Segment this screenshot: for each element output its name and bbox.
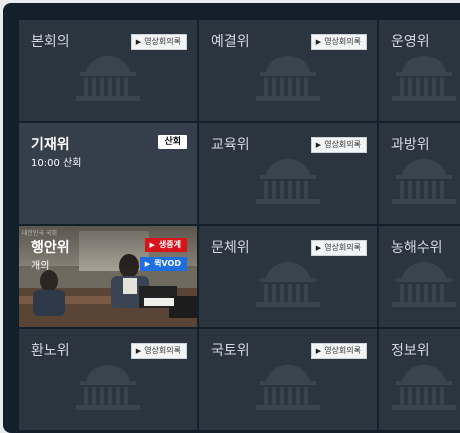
committee-tile-plenary[interactable]: 본회의 ▶ 영상회의록 xyxy=(19,20,197,121)
committee-name: 행안위 xyxy=(31,240,70,256)
committee-tile-strategy-finance[interactable]: 기재위 10:00 산회 산회 xyxy=(19,123,197,224)
committee-name: 환노위 xyxy=(31,343,70,359)
committee-tile-science[interactable]: 과방위 xyxy=(379,123,460,224)
committee-tile-budget[interactable]: 예결위 ▶ 영상회의록 xyxy=(199,20,377,121)
committee-name: 국토위 xyxy=(211,343,250,359)
video-minutes-button[interactable]: ▶ 영상회의록 xyxy=(310,343,367,359)
committee-name: 정보위 xyxy=(391,343,430,359)
committee-name: 예결위 xyxy=(211,34,250,50)
video-minutes-button[interactable]: ▶ 영상회의록 xyxy=(130,343,187,359)
committee-name: 기재위 xyxy=(31,137,70,153)
committee-name: 운영위 xyxy=(391,34,430,50)
session-status: 개의 xyxy=(31,261,50,272)
assembly-building-icon xyxy=(392,365,456,410)
committee-tile-environment-labor[interactable]: 환노위 ▶ 영상회의록 xyxy=(19,329,197,430)
committee-name: 교육위 xyxy=(211,137,250,153)
committee-tile-land-transport[interactable]: 국토위 ▶ 영상회의록 xyxy=(199,329,377,430)
assembly-building-icon xyxy=(76,365,140,410)
committee-tile-agriculture[interactable]: 농해수위 xyxy=(379,226,460,327)
committee-tile-intelligence[interactable]: 정보위 xyxy=(379,329,460,430)
live-stream-button[interactable]: ▶ 생중계 xyxy=(144,238,187,252)
committee-tile-steering[interactable]: 운영위 xyxy=(379,20,460,121)
assembly-building-icon xyxy=(392,159,456,204)
play-icon: ▶ xyxy=(315,141,322,149)
session-time: 10:00 산회 xyxy=(31,158,82,169)
assembly-building-icon xyxy=(76,56,140,101)
committee-name: 본회의 xyxy=(31,34,70,50)
committee-tile-education[interactable]: 교육위 ▶ 영상회의록 xyxy=(199,123,377,224)
play-icon: ▶ xyxy=(315,347,322,355)
video-minutes-button[interactable]: ▶ 영상회의록 xyxy=(310,34,367,50)
committee-grid: 본회의 ▶ 영상회의록 예결위 ▶ 영상회의록 운영위 기재위 10:00 산회 산… xyxy=(19,20,460,430)
committee-panel: 본회의 ▶ 영상회의록 예결위 ▶ 영상회의록 운영위 기재위 10:00 산회 산… xyxy=(3,3,460,433)
broadcast-caption: 대한민국 국회 xyxy=(22,230,58,237)
assembly-building-icon xyxy=(256,159,320,204)
video-minutes-button[interactable]: ▶ 영상회의록 xyxy=(310,240,367,256)
committee-tile-culture[interactable]: 문체위 ▶ 영상회의록 xyxy=(199,226,377,327)
play-icon: ▶ xyxy=(149,241,155,249)
committee-name: 농해수위 xyxy=(391,240,443,256)
committee-name: 문체위 xyxy=(211,240,250,256)
play-icon: ▶ xyxy=(135,347,142,355)
committee-tile-public-admin-live[interactable]: 대한민국 국회 행안위 개의 ▶ 생중계 ▶ 퀵VOD xyxy=(19,226,197,327)
play-icon: ▶ xyxy=(315,244,322,252)
assembly-building-icon xyxy=(392,56,456,101)
video-minutes-button[interactable]: ▶ 영상회의록 xyxy=(130,34,187,50)
play-icon: ▶ xyxy=(315,38,322,46)
quick-vod-button[interactable]: ▶ 퀵VOD xyxy=(139,257,187,271)
video-minutes-button[interactable]: ▶ 영상회의록 xyxy=(310,137,367,153)
play-icon: ▶ xyxy=(144,260,151,268)
play-icon: ▶ xyxy=(135,38,142,46)
adjourned-badge: 산회 xyxy=(158,135,187,149)
committee-name: 과방위 xyxy=(391,137,430,153)
assembly-building-icon xyxy=(256,365,320,410)
assembly-building-icon xyxy=(392,262,456,307)
assembly-building-icon xyxy=(256,262,320,307)
assembly-building-icon xyxy=(256,56,320,101)
